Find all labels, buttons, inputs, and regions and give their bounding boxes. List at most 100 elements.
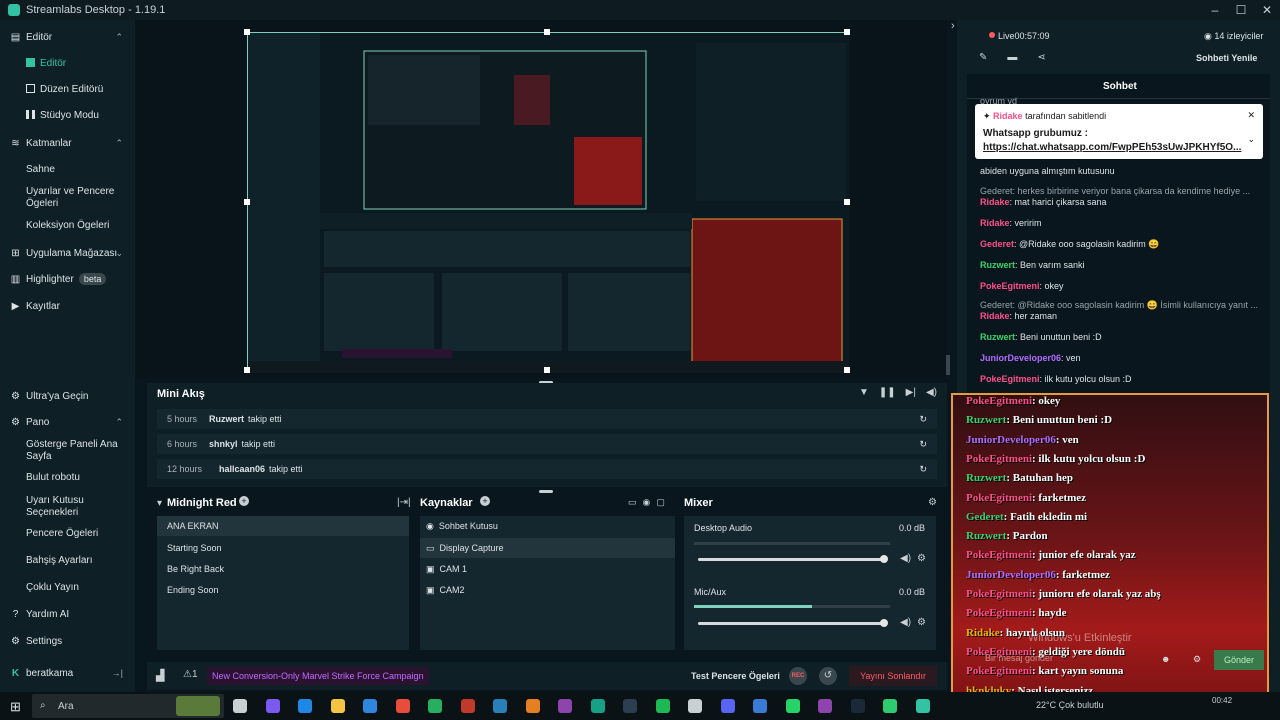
minimize-icon[interactable]: –: [1202, 3, 1228, 17]
app-icon[interactable]: [460, 699, 475, 713]
chevron-down-icon[interactable]: ⌄: [1247, 134, 1255, 145]
scene-collection-title[interactable]: Midnight Red: [167, 497, 237, 509]
add-source-icon[interactable]: +: [480, 496, 490, 506]
stream-preview[interactable]: [244, 29, 850, 373]
editor-scrollbar[interactable]: [946, 355, 950, 375]
resize-handle[interactable]: [844, 367, 850, 373]
repeat-icon[interactable]: ↻: [919, 414, 927, 425]
sidebar-sub-editor[interactable]: Editör: [26, 58, 131, 70]
campaign-banner[interactable]: New Conversion-Only Marvel Strike Force …: [207, 667, 429, 685]
source-item[interactable]: ▣ CAM2: [420, 580, 675, 600]
discord-icon[interactable]: [720, 699, 735, 713]
collapse-chat-icon[interactable]: ›: [951, 20, 955, 32]
scene-item[interactable]: Be Right Back: [157, 559, 409, 579]
sidebar-item-app-store[interactable]: ⊞ Uygulama Mağazası ⌄: [0, 242, 135, 264]
app-icon[interactable]: [590, 699, 605, 713]
resize-handle[interactable]: [544, 29, 550, 35]
chat-settings-icon[interactable]: ⚙: [1193, 654, 1201, 665]
chat-username[interactable]: PokeEgitmeni: [980, 374, 1040, 384]
sidebar-item-user[interactable]: Kberatkama →|: [0, 662, 135, 684]
scene-item[interactable]: Ending Soon: [157, 580, 409, 600]
edit-icon[interactable]: ✎: [979, 52, 987, 63]
sidebar-sub-widgets[interactable]: Pencere Ögeleri: [26, 528, 131, 540]
sidebar-item-layers[interactable]: ≋ Katmanlar ⌃: [0, 132, 135, 154]
sidebar-sub-cloudbot[interactable]: Bulut robotu: [26, 472, 131, 484]
pinned-link[interactable]: https://chat.whatsapp.com/FwpPEh53sUwJPK…: [983, 142, 1245, 153]
sidebar-sub-layout-editor[interactable]: Düzen Editörü: [26, 84, 131, 96]
pause-icon[interactable]: ❚❚: [879, 387, 896, 398]
channel-settings-icon[interactable]: ⚙: [917, 617, 926, 628]
sidebar-sub-scene[interactable]: Sahne: [26, 164, 131, 176]
alert-icon[interactable]: ⚠1: [183, 669, 198, 680]
app-icon[interactable]: [428, 699, 442, 713]
sidebar-sub-dashboard-home[interactable]: Gösterge Paneli Ana Sayfa: [26, 439, 131, 463]
scene-item[interactable]: Starting Soon: [157, 538, 409, 558]
taskbar-search[interactable]: ⌕ Ara: [32, 694, 224, 718]
eye-icon[interactable]: ◉: [643, 497, 651, 508]
resize-handle[interactable]: [544, 367, 550, 373]
resize-handle[interactable]: [244, 199, 250, 205]
zoom-icon[interactable]: [753, 699, 767, 713]
sidebar-item-help[interactable]: ? Yardım AI: [0, 603, 135, 625]
source-item[interactable]: ▣ CAM 1: [420, 559, 675, 579]
end-stream-button[interactable]: Yayını Sonlandır: [849, 666, 937, 686]
sidebar-item-recordings[interactable]: ▶ Kayıtlar: [0, 295, 135, 317]
share-icon[interactable]: ⋖: [1037, 52, 1045, 63]
send-button[interactable]: Gönder: [1214, 650, 1264, 670]
sidebar-sub-collection[interactable]: Koleksiyon Ögeleri: [26, 220, 131, 232]
mute-icon[interactable]: ◀): [900, 617, 911, 628]
opera-icon[interactable]: [395, 699, 410, 713]
chat-username[interactable]: Ruzwert: [980, 332, 1015, 342]
spotify-icon[interactable]: [655, 699, 670, 713]
maximize-icon[interactable]: ☐: [1228, 3, 1254, 17]
minecraft-icon[interactable]: [883, 699, 897, 713]
edge-icon[interactable]: [298, 699, 312, 713]
source-item[interactable]: ▭ Display Capture: [420, 538, 675, 558]
sidebar-sub-studio-mode[interactable]: Stüdyo Modu: [26, 110, 131, 122]
streamlabs-icon[interactable]: [915, 699, 930, 713]
chrome-icon[interactable]: [525, 699, 540, 713]
scene-transition-icon[interactable]: |⇥|: [397, 497, 411, 508]
close-icon[interactable]: ✕: [1254, 3, 1280, 17]
sidebar-item-dashboard[interactable]: ⚙ Pano ⌃: [0, 411, 135, 433]
chat-username[interactable]: Ridake: [980, 197, 1010, 207]
sidebar-item-editor[interactable]: ▤ Editör ⌃: [0, 26, 135, 48]
lock-icon[interactable]: ▢: [656, 497, 665, 508]
chat-username[interactable]: Ridake: [980, 218, 1010, 228]
record-button[interactable]: REC: [789, 667, 807, 685]
chat-username[interactable]: PokeEgitmeni: [980, 281, 1040, 291]
mute-icon[interactable]: ◀): [900, 553, 911, 564]
clock[interactable]: 00:42: [1212, 696, 1232, 705]
store-icon[interactable]: [363, 699, 377, 713]
skip-icon[interactable]: ▶|: [906, 387, 916, 398]
resize-handle[interactable]: [844, 199, 850, 205]
video-icon[interactable]: ▬: [1007, 52, 1017, 63]
windows-start-icon[interactable]: ⊞: [10, 699, 21, 715]
resize-handle[interactable]: [244, 29, 250, 35]
app-icon[interactable]: [623, 699, 637, 713]
task-view-icon[interactable]: [233, 699, 247, 713]
folder-icon[interactable]: ▭: [628, 497, 637, 508]
sidebar-sub-alerts[interactable]: Uyarılar ve Pencere Ögeleri: [26, 186, 131, 210]
resize-handle[interactable]: [244, 367, 250, 373]
copilot-icon[interactable]: [265, 699, 280, 713]
sidebar-sub-multistream[interactable]: Çoklu Yayın: [26, 582, 131, 594]
vscode-icon[interactable]: [493, 699, 507, 713]
mixer-settings-icon[interactable]: ⚙: [928, 497, 937, 508]
emoji-icon[interactable]: ☻: [1161, 654, 1170, 664]
chat-username[interactable]: Ruzwert: [980, 260, 1015, 270]
add-scene-icon[interactable]: +: [239, 496, 249, 506]
chat-username[interactable]: JuniorDeveloper06: [980, 353, 1061, 363]
steam-icon[interactable]: [850, 699, 865, 713]
chat-username[interactable]: Ridake: [980, 311, 1010, 321]
test-widgets-label[interactable]: Test Pencere Ögeleri: [691, 671, 780, 681]
stats-icon[interactable]: ▟: [156, 669, 164, 682]
app-icon[interactable]: [818, 699, 832, 713]
volume-slider[interactable]: [698, 619, 889, 627]
weather-label[interactable]: 22°C Çok bulutlu: [1036, 700, 1104, 710]
explorer-icon[interactable]: [330, 699, 345, 713]
filter-icon[interactable]: ▼: [859, 387, 869, 398]
sidebar-item-ultra[interactable]: ⚙ Ultra'ya Geçin: [0, 385, 135, 407]
whatsapp-icon[interactable]: [785, 699, 800, 713]
sidebar-sub-tips[interactable]: Bahşiş Ayarları: [26, 555, 131, 567]
